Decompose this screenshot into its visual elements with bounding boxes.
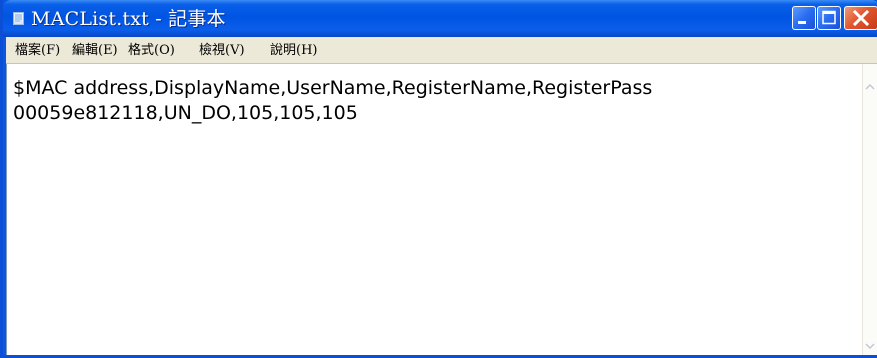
window-title: MACList.txt - 記事本 (31, 8, 226, 30)
menu-edit[interactable]: 編輯(E) (72, 41, 118, 61)
notepad-icon (13, 12, 24, 25)
title-bar[interactable]: MACList.txt - 記事本 (3, 0, 877, 37)
notepad-window: MACList.txt - 記事本 檔案(F) 編輯(E) 格式(O) 檢視(V… (0, 0, 877, 358)
text-line: 00059e812118,UN_DO,105,105,105 (13, 102, 358, 124)
minimize-icon (798, 21, 806, 24)
close-button[interactable] (844, 6, 877, 30)
scroll-down-icon[interactable] (863, 338, 877, 355)
menu-format[interactable]: 格式(O) (128, 41, 175, 61)
menu-view[interactable]: 檢視(V) (199, 41, 245, 61)
menu-help[interactable]: 說明(H) (270, 41, 317, 61)
menu-bar: 檔案(F) 編輯(E) 格式(O) 檢視(V) 說明(H) (6, 37, 877, 64)
minimize-button[interactable] (792, 6, 816, 30)
menu-file[interactable]: 檔案(F) (15, 41, 60, 61)
scroll-up-icon[interactable] (863, 79, 877, 96)
close-icon (852, 9, 870, 27)
vertical-scrollbar[interactable] (862, 64, 877, 355)
maximize-icon (822, 10, 836, 25)
text-line: $MAC address,DisplayName,UserName,Regist… (13, 77, 653, 99)
text-editor[interactable]: $MAC address,DisplayName,UserName,Regist… (6, 64, 862, 355)
maximize-button[interactable] (817, 6, 841, 30)
